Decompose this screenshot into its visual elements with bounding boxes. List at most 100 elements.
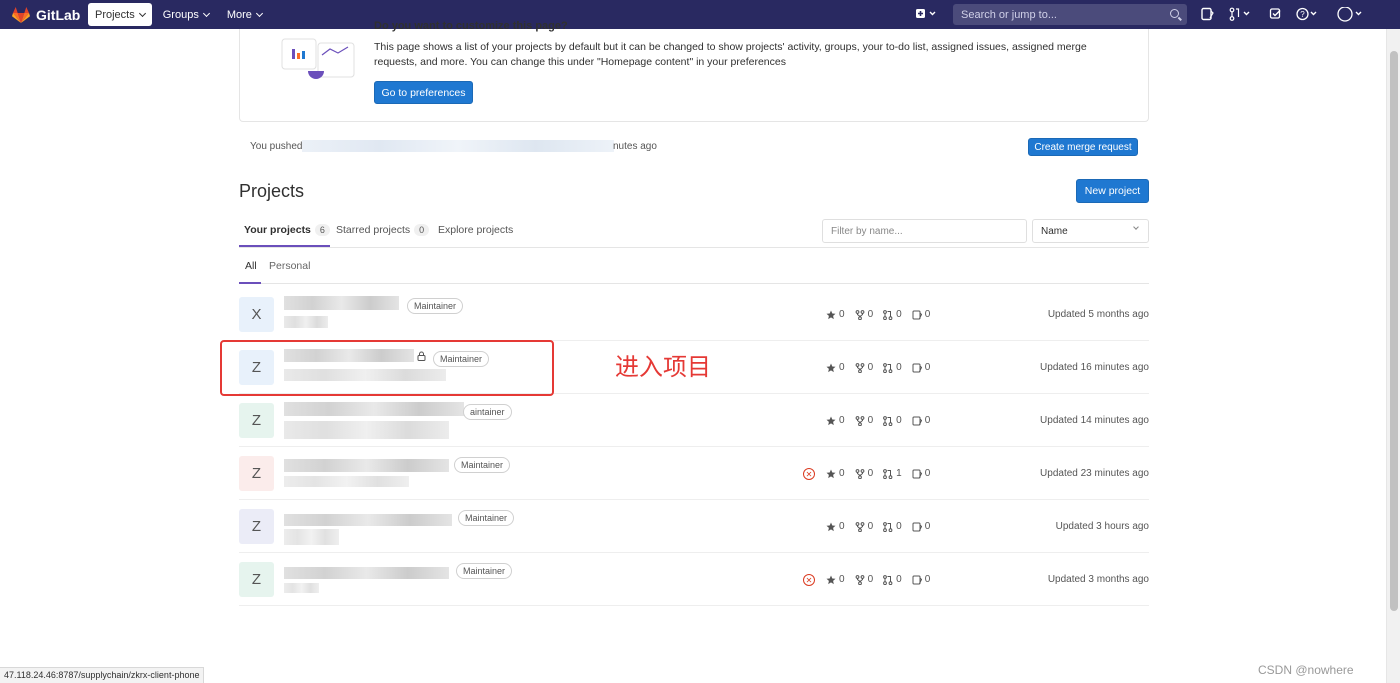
issues-stat[interactable]: 0 [912, 362, 930, 373]
redacted-project-description [284, 316, 328, 328]
merge-requests-stat[interactable]: 0 [883, 521, 902, 532]
redacted-project-name[interactable] [284, 459, 449, 472]
merge-request-icon [883, 521, 893, 532]
last-updated: Updated 23 minutes ago [1040, 468, 1149, 479]
project-avatar[interactable]: Z [239, 456, 274, 491]
role-badge: aintainer [463, 404, 512, 420]
stars-stat[interactable]: 0 [826, 521, 845, 532]
issues-nav-button[interactable] [1200, 7, 1214, 21]
annotation-highlight-box [220, 340, 554, 396]
customize-illustration-icon [281, 38, 355, 79]
project-row[interactable]: Z Maintainer ✕ 0 0 1 0 Updated 23 minute… [239, 447, 1149, 500]
role-badge: Maintainer [458, 510, 515, 526]
merge-requests-stat[interactable]: 0 [883, 362, 902, 373]
issues-count: 0 [924, 468, 931, 479]
merge-requests-count: 0 [896, 362, 902, 373]
pipeline-failed-icon[interactable]: ✕ [803, 468, 815, 480]
page-scrollbar[interactable] [1386, 29, 1400, 683]
forks-stat[interactable]: 0 [855, 309, 873, 320]
project-avatar[interactable]: Z [239, 403, 274, 438]
forks-stat[interactable]: 0 [855, 362, 873, 373]
merge-requests-count: 0 [896, 521, 902, 532]
issues-icon [912, 416, 922, 425]
sort-dropdown[interactable]: Name [1032, 219, 1149, 243]
help-icon: ? [1296, 7, 1317, 21]
merge-requests-stat[interactable]: 1 [883, 468, 902, 479]
search-input[interactable]: Search or jump to... [953, 4, 1187, 25]
redacted-project-name[interactable] [284, 296, 399, 310]
help-dropdown[interactable]: ? [1296, 7, 1322, 21]
tab-starred-projects[interactable]: Starred projects 0 [336, 224, 430, 236]
role-badge: Maintainer [454, 457, 511, 473]
filter-by-name-input[interactable]: Filter by name... [822, 219, 1027, 243]
merge-requests-stat[interactable]: 0 [883, 309, 902, 320]
subtab-all[interactable]: All [245, 260, 257, 272]
fork-icon [855, 309, 864, 320]
new-item-dropdown[interactable] [915, 7, 936, 21]
tab-your-projects[interactable]: Your projects 6 [244, 224, 330, 236]
search-icon [1170, 9, 1179, 18]
nav-projects-label: Projects [95, 8, 135, 21]
forks-stat[interactable]: 0 [855, 521, 874, 532]
star-icon [826, 469, 836, 478]
chevron-down-icon [138, 9, 146, 17]
nav-projects-dropdown[interactable]: Projects [88, 3, 152, 26]
last-updated: Updated 5 months ago [1047, 309, 1149, 320]
issues-stat[interactable]: 0 [912, 468, 931, 479]
forks-stat[interactable]: 0 [855, 574, 873, 585]
user-menu-dropdown[interactable] [1337, 6, 1365, 22]
gitlab-logo[interactable]: GitLab [12, 6, 88, 23]
project-row[interactable]: Z aintainer 0 0 0 0 Updated 14 minutes a… [239, 394, 1149, 447]
nav-groups-dropdown[interactable]: Groups [156, 3, 216, 26]
star-icon [826, 575, 836, 584]
stars-stat[interactable]: 0 [826, 415, 845, 426]
merge-requests-nav-button[interactable] [1229, 7, 1253, 21]
issues-stat[interactable]: 0 [912, 415, 930, 426]
redacted-project-name[interactable] [284, 402, 464, 416]
scrollbar-thumb[interactable] [1390, 51, 1398, 611]
forks-stat[interactable]: 0 [855, 415, 873, 426]
issues-icon [912, 310, 922, 319]
issues-stat[interactable]: 0 [912, 574, 930, 585]
redacted-branch-name [302, 140, 614, 152]
redacted-project-name[interactable] [284, 514, 452, 526]
tab-label: Explore projects [438, 224, 514, 236]
stars-stat[interactable]: 0 [826, 309, 845, 320]
go-to-preferences-button[interactable]: Go to preferences [374, 81, 473, 104]
forks-stat[interactable]: 0 [855, 468, 873, 479]
project-row[interactable]: Z Maintainer 0 0 0 0 Updated 3 hours ago [239, 500, 1149, 553]
annotation-label: 进入项目 [615, 353, 711, 381]
issues-stat[interactable]: 0 [912, 309, 930, 320]
project-avatar[interactable]: X [239, 297, 274, 332]
last-updated: Updated 3 months ago [1047, 574, 1149, 585]
project-stats: 0 0 0 0 [826, 574, 940, 585]
project-avatar[interactable]: Z [239, 562, 274, 597]
stars-stat[interactable]: 0 [826, 574, 845, 585]
project-row[interactable]: Z Maintainer ✕ 0 0 0 0 Updated 3 months … [239, 553, 1149, 606]
nav-more-dropdown[interactable]: More [220, 3, 269, 26]
forks-count: 0 [867, 521, 874, 532]
stars-stat[interactable]: 0 [826, 468, 845, 479]
project-row[interactable]: X Maintainer 0 0 0 0 Updated 5 months ag… [239, 288, 1149, 341]
page-title: Projects [239, 181, 305, 201]
redacted-project-name[interactable] [284, 567, 449, 579]
chevron-down-icon [1133, 224, 1139, 230]
tab-explore-projects[interactable]: Explore projects [438, 224, 513, 236]
merge-requests-stat[interactable]: 0 [883, 574, 902, 585]
push-text-suffix: nutes ago [613, 141, 657, 152]
todos-nav-button[interactable] [1269, 7, 1283, 21]
stars-stat[interactable]: 0 [826, 362, 845, 373]
project-avatar[interactable]: Z [239, 509, 274, 544]
sort-label: Name [1041, 225, 1068, 237]
subtab-personal[interactable]: Personal [269, 260, 310, 272]
create-merge-request-button[interactable]: Create merge request [1028, 138, 1138, 156]
merge-requests-stat[interactable]: 0 [883, 415, 902, 426]
issues-stat[interactable]: 0 [912, 521, 930, 532]
pipeline-failed-icon[interactable]: ✕ [803, 574, 815, 586]
project-stats: 0 0 0 0 [826, 309, 940, 320]
star-icon [826, 416, 836, 425]
redacted-project-description [284, 529, 339, 545]
merge-requests-count: 0 [896, 309, 902, 320]
last-updated: Updated 14 minutes ago [1040, 415, 1149, 426]
new-project-button[interactable]: New project [1076, 179, 1149, 203]
